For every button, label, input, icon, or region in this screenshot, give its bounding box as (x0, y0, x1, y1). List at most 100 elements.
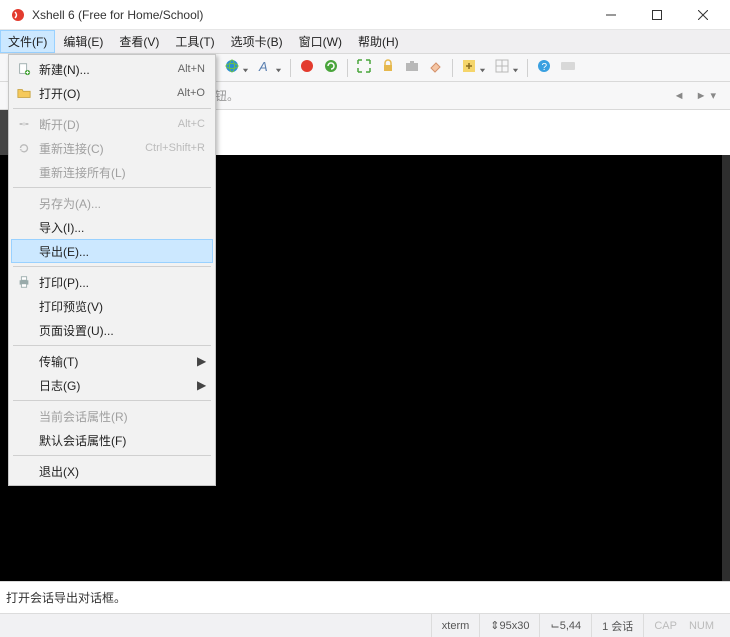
menu-item-g[interactable]: 日志(G)▶ (11, 373, 213, 397)
toolbar-separator (290, 59, 291, 77)
submenu-arrow-icon: ▶ (197, 378, 205, 392)
address-hint: 钮。 (215, 87, 674, 104)
menu-item-label: 日志(G) (39, 377, 197, 394)
toolbar-separator (347, 59, 348, 77)
menu-item-label: 打印(P)... (39, 274, 205, 291)
status-sessions: 1 会话 (591, 614, 643, 637)
blank-icon (15, 322, 33, 338)
blank-icon (15, 164, 33, 180)
menu-tools[interactable]: 工具(T) (167, 30, 222, 53)
close-button[interactable] (680, 0, 726, 30)
menu-separator (13, 345, 211, 346)
menu-item-l: 重新连接所有(L) (11, 160, 213, 184)
eraser-icon[interactable] (428, 58, 444, 77)
menu-item-accelerator: Alt+O (177, 87, 205, 99)
new-file-icon (15, 61, 33, 77)
blank-icon (15, 243, 33, 259)
status-num: NUM (687, 614, 724, 637)
menu-separator (13, 400, 211, 401)
status-xterm: xterm (431, 614, 480, 637)
menu-view[interactable]: 查看(V) (111, 30, 167, 53)
menu-help[interactable]: 帮助(H) (350, 30, 407, 53)
menu-item-e[interactable]: 导出(E)... (11, 239, 213, 263)
menu-separator (13, 455, 211, 456)
toolbar-separator (527, 59, 528, 77)
blank-icon (15, 377, 33, 393)
menu-item-x[interactable]: 退出(X) (11, 459, 213, 483)
file-menu-dropdown: 新建(N)...Alt+N打开(O)Alt+O断开(D)Alt+C重新连接(C)… (8, 54, 216, 486)
menu-item-i[interactable]: 导入(I)... (11, 215, 213, 239)
menu-item-label: 打开(O) (39, 85, 177, 102)
blank-icon (15, 408, 33, 424)
menu-item-label: 新建(N)... (39, 61, 178, 78)
menu-item-accelerator: Alt+N (178, 63, 205, 75)
menu-item-label: 当前会话属性(R) (39, 408, 205, 425)
status-cap: CAP (643, 614, 687, 637)
menu-window[interactable]: 窗口(W) (291, 30, 350, 53)
menu-item-label: 重新连接所有(L) (39, 164, 205, 181)
menu-item-o[interactable]: 打开(O)Alt+O (11, 81, 213, 105)
statusbar: xterm ⇕ 95x30 ⌙ 5,44 1 会话 CAP NUM (0, 613, 730, 637)
menu-item-v[interactable]: 打印预览(V) (11, 294, 213, 318)
hint-text: 打开会话导出对话框。 (6, 589, 126, 606)
menu-item-accelerator: Alt+C (178, 118, 205, 130)
nav-arrows[interactable]: ◄ ►▾ (674, 89, 720, 102)
menu-separator (13, 266, 211, 267)
menu-item-label: 默认会话属性(F) (39, 432, 205, 449)
terminal-gutter (0, 110, 8, 155)
folder-open-icon (15, 85, 33, 101)
font-icon[interactable]: A (257, 58, 282, 77)
blank-icon (15, 353, 33, 369)
blank-icon (15, 463, 33, 479)
menu-item-accelerator: Ctrl+Shift+R (145, 142, 205, 154)
globe-icon[interactable] (224, 58, 249, 77)
menu-item-t[interactable]: 传输(T)▶ (11, 349, 213, 373)
toolbar-separator (452, 59, 453, 77)
menu-item-r: 当前会话属性(R) (11, 404, 213, 428)
blank-icon (15, 298, 33, 314)
menu-file[interactable]: 文件(F) (0, 30, 55, 53)
blank-icon (15, 195, 33, 211)
disconnect-icon (15, 116, 33, 132)
print-icon (15, 274, 33, 290)
minimize-button[interactable] (588, 0, 634, 30)
svg-text:?: ? (542, 62, 548, 73)
status-pos: ⌙ 5,44 (539, 614, 591, 637)
maximize-button[interactable] (634, 0, 680, 30)
briefcase-icon[interactable] (404, 58, 420, 77)
menu-item-c: 重新连接(C)Ctrl+Shift+R (11, 136, 213, 160)
hint-bar: 打开会话导出对话框。 (0, 581, 730, 613)
window-title: Xshell 6 (Free for Home/School) (32, 8, 588, 22)
terminal-scrollbar[interactable] (722, 155, 730, 581)
titlebar: Xshell 6 (Free for Home/School) (0, 0, 730, 30)
menu-item-u[interactable]: 页面设置(U)... (11, 318, 213, 342)
lock-icon[interactable] (380, 58, 396, 77)
fullscreen-icon[interactable] (356, 58, 372, 77)
menu-edit[interactable]: 编辑(E) (55, 30, 111, 53)
menu-item-f[interactable]: 默认会话属性(F) (11, 428, 213, 452)
menu-separator (13, 108, 211, 109)
menu-separator (13, 187, 211, 188)
menu-item-p[interactable]: 打印(P)... (11, 270, 213, 294)
menu-item-n[interactable]: 新建(N)...Alt+N (11, 57, 213, 81)
menu-item-label: 导入(I)... (39, 219, 205, 236)
menu-tab[interactable]: 选项卡(B) (223, 30, 291, 53)
menu-item-label: 打印预览(V) (39, 298, 205, 315)
refresh-icon[interactable] (323, 58, 339, 77)
menu-item-a: 另存为(A)... (11, 191, 213, 215)
submenu-arrow-icon: ▶ (197, 354, 205, 368)
menu-item-label: 传输(T) (39, 353, 197, 370)
layout-icon[interactable] (494, 58, 519, 77)
blank-icon (15, 219, 33, 235)
help-icon[interactable]: ? (536, 58, 552, 77)
keyboard-icon[interactable] (560, 58, 576, 77)
add-icon[interactable] (461, 58, 486, 77)
menubar: 文件(F) 编辑(E) 查看(V) 工具(T) 选项卡(B) 窗口(W) 帮助(… (0, 30, 730, 54)
status-size: ⇕ 95x30 (479, 614, 539, 637)
blank-icon (15, 432, 33, 448)
menu-item-label: 断开(D) (39, 116, 178, 133)
menu-item-label: 退出(X) (39, 463, 205, 480)
xshell-icon[interactable] (299, 58, 315, 77)
menu-item-label: 页面设置(U)... (39, 322, 205, 339)
app-logo-icon (10, 7, 26, 23)
